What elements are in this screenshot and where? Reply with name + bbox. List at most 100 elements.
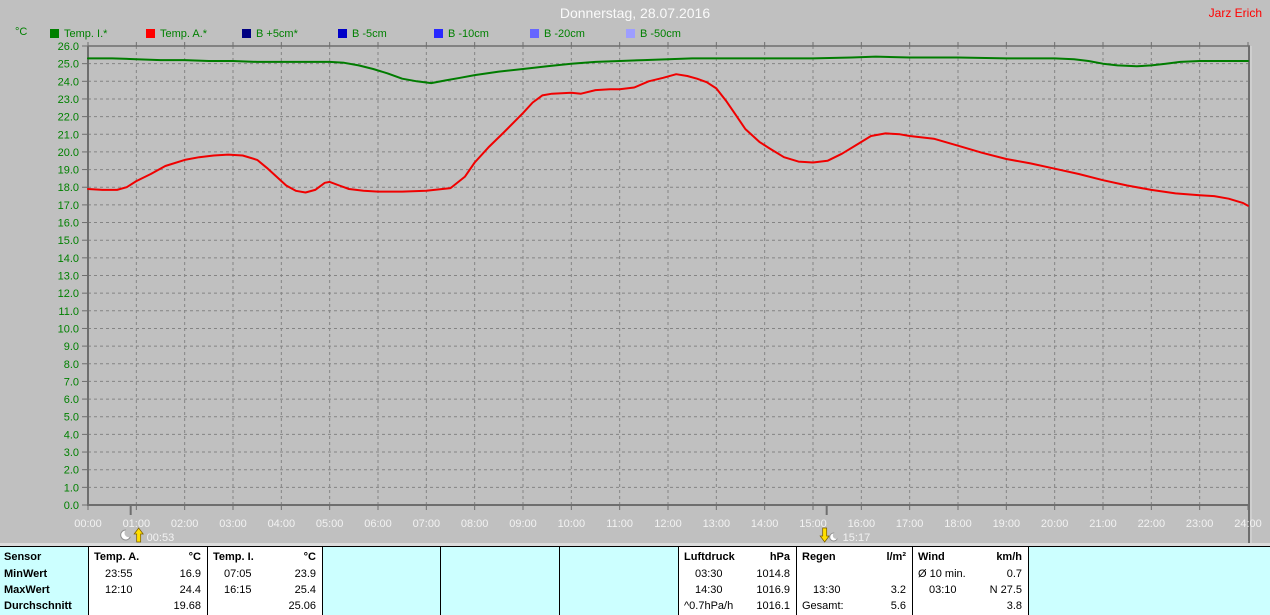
- x-tick-label: 02:00: [171, 518, 199, 530]
- y-tick-label: 14.0: [58, 253, 79, 265]
- table-cell-value: 1016.1: [756, 600, 790, 612]
- table-row-label: MaxWert: [4, 584, 50, 596]
- table-cell-value: N 27.5: [989, 584, 1022, 596]
- table-cell-time: 07:05: [224, 568, 252, 580]
- x-tick-label: 01:00: [123, 518, 151, 530]
- table-cell-time: 23:55: [105, 568, 133, 580]
- x-tick-label: 22:00: [1138, 518, 1166, 530]
- y-tick-label: 13.0: [58, 271, 79, 283]
- table-column-header: Luftdruck: [684, 551, 735, 563]
- table-column-header: Wind: [918, 551, 945, 563]
- x-tick-label: 12:00: [654, 518, 682, 530]
- grid-lines: [88, 46, 1248, 505]
- y-tick-label: 2.0: [64, 465, 79, 477]
- stats-table: Sensor MinWert MaxWert Durchschnitt Temp. A.…: [0, 546, 1270, 615]
- table-cell-value: 0.7: [1006, 568, 1022, 580]
- table-cell-time: Gesamt:: [802, 600, 844, 612]
- table-row-label: Sensor: [4, 551, 42, 563]
- x-tick-label: 14:00: [751, 518, 779, 530]
- y-tick-label: 6.0: [64, 394, 79, 406]
- y-tick-label: 3.0: [64, 447, 79, 459]
- x-tick-label: 05:00: [316, 518, 344, 530]
- table-cell-time: ^0.7hPa/h: [684, 600, 734, 612]
- table-cell-value: 1014.8: [756, 568, 790, 580]
- y-tick-label: 1.0: [64, 482, 79, 494]
- table-column-unit: hPa: [769, 551, 790, 563]
- table-cell-time: 13:30: [813, 584, 841, 596]
- table-column-header: Regen: [802, 551, 836, 563]
- x-tick-label: 00:00: [74, 518, 102, 530]
- table-cell-value: 5.6: [890, 600, 906, 612]
- y-tick-label: 5.0: [64, 412, 79, 424]
- x-tick-label: 08:00: [461, 518, 489, 530]
- x-axis-labels: 00:00 01:00 02:00 03:00 04:00 05:00 06:00 07:00…: [74, 518, 1262, 530]
- x-tick-label: 03:00: [219, 518, 247, 530]
- table-column-unit: °C: [303, 551, 316, 563]
- y-tick-label: 20.0: [58, 147, 79, 159]
- y-tick-label: 9.0: [64, 341, 79, 353]
- y-tick-label: 26.0: [58, 41, 79, 53]
- table-cell-value: 3.2: [890, 584, 906, 596]
- table-column-header: Temp. I.: [213, 551, 254, 563]
- table-cell-time: 03:30: [695, 568, 723, 580]
- table-cell-value: 24.4: [179, 584, 201, 596]
- y-tick-label: 19.0: [58, 165, 79, 177]
- x-tick-label: 23:00: [1186, 518, 1214, 530]
- table-cell-time: 12:10: [105, 584, 133, 596]
- x-tick-label: 13:00: [703, 518, 731, 530]
- x-tick-label: 07:00: [413, 518, 441, 530]
- table-column-temp-a: Temp. A. °C 23:55 16.9 12:10 24.4 19.68: [88, 547, 207, 615]
- table-cell-value: 25.06: [288, 600, 316, 612]
- y-tick-label: 12.0: [58, 288, 79, 300]
- table-row-label: MinWert: [4, 568, 48, 580]
- table-column-wind: Wind km/h Ø 10 min. 0.7 03:10 N 27.5 3.8: [912, 547, 1028, 615]
- y-tick-label: 25.0: [58, 59, 79, 71]
- y-tick-label: 23.0: [58, 94, 79, 106]
- x-tick-label: 20:00: [1041, 518, 1069, 530]
- y-tick-label: 18.0: [58, 182, 79, 194]
- chart-plot-area[interactable]: 26.0 25.0 24.0 23.0 22.0 21.0 20.0 19.0 18.0 17.0…: [0, 0, 1270, 547]
- y-tick-label: 0.0: [64, 500, 79, 512]
- table-cell-time: Ø 10 min.: [918, 568, 966, 580]
- table-row-label: Durchschnitt: [4, 600, 72, 612]
- x-tick-label: 11:00: [606, 518, 633, 530]
- y-axis-labels: 26.0 25.0 24.0 23.0 22.0 21.0 20.0 19.0 18.0 17.0…: [58, 41, 79, 512]
- y-tick-label: 11.0: [58, 306, 79, 318]
- arrow-up-icon: [133, 527, 144, 543]
- x-tick-label: 21:00: [1089, 518, 1117, 530]
- table-column-header: Temp. A.: [94, 551, 140, 563]
- table-column-regen: Regen l/m² 13:30 3.2 Gesamt: 5.6: [796, 547, 912, 615]
- table-cell-time: 14:30: [695, 584, 723, 596]
- y-tick-label: 17.0: [58, 200, 79, 212]
- y-tick-label: 4.0: [64, 429, 79, 441]
- y-tick-label: 22.0: [58, 112, 79, 124]
- table-cell-value: 25.4: [294, 584, 316, 596]
- y-tick-label: 10.0: [58, 323, 79, 335]
- table-column-unit: °C: [188, 551, 201, 563]
- table-column-empty-trailing: [1028, 547, 1270, 615]
- table-row-labels-column: Sensor MinWert MaxWert Durchschnitt: [0, 547, 88, 615]
- table-cell-value: 1016.9: [756, 584, 790, 596]
- table-cell-time: 16:15: [224, 584, 252, 596]
- axes: [82, 42, 1252, 543]
- y-tick-label: 24.0: [58, 76, 79, 88]
- table-column-unit: l/m²: [886, 551, 906, 563]
- table-column-empty: [440, 547, 559, 615]
- x-tick-label: 04:00: [268, 518, 296, 530]
- y-tick-label: 16.0: [58, 218, 79, 230]
- table-cell-value: 23.9: [294, 568, 316, 580]
- y-tick-label: 15.0: [58, 235, 79, 247]
- table-column-empty: [322, 547, 440, 615]
- table-column-luftdruck: Luftdruck hPa 03:30 1014.8 14:30 1016.9 ^0.7hP…: [678, 547, 796, 615]
- y-tick-label: 7.0: [64, 376, 79, 388]
- table-cell-value: 16.9: [179, 568, 201, 580]
- x-tick-label: 10:00: [558, 518, 586, 530]
- table-cell-value: 19.68: [173, 600, 201, 612]
- arrow-down-icon: [819, 527, 830, 543]
- y-tick-label: 8.0: [64, 359, 79, 371]
- x-tick-label: 09:00: [509, 518, 537, 530]
- table-column-empty: [559, 547, 678, 615]
- x-tick-label: 24:00: [1234, 518, 1262, 530]
- x-tick-label: 06:00: [364, 518, 392, 530]
- x-tick-label: 19:00: [993, 518, 1021, 530]
